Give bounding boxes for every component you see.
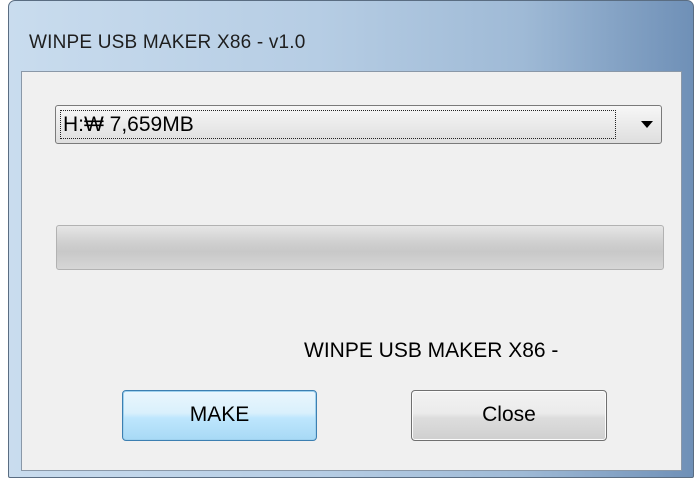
window-title: WINPE USB MAKER X86 - v1.0 <box>29 32 306 53</box>
title-bar[interactable]: WINPE USB MAKER X86 - v1.0 <box>9 1 693 65</box>
make-button[interactable]: MAKE <box>122 390 317 441</box>
status-label: WINPE USB MAKER X86 - <box>304 339 559 362</box>
drive-select-value: H:₩ 7,659MB <box>60 110 616 139</box>
dialog-client-area: H:₩ 7,659MB WINPE USB MAKER X86 - MAKE C… <box>21 71 682 471</box>
drive-select[interactable]: H:₩ 7,659MB <box>55 105 662 144</box>
chevron-down-icon[interactable] <box>641 121 653 128</box>
progress-bar <box>56 225 664 270</box>
close-button[interactable]: Close <box>411 390 607 441</box>
app-window: WINPE USB MAKER X86 - v1.0 H:₩ 7,659MB W… <box>8 0 694 478</box>
